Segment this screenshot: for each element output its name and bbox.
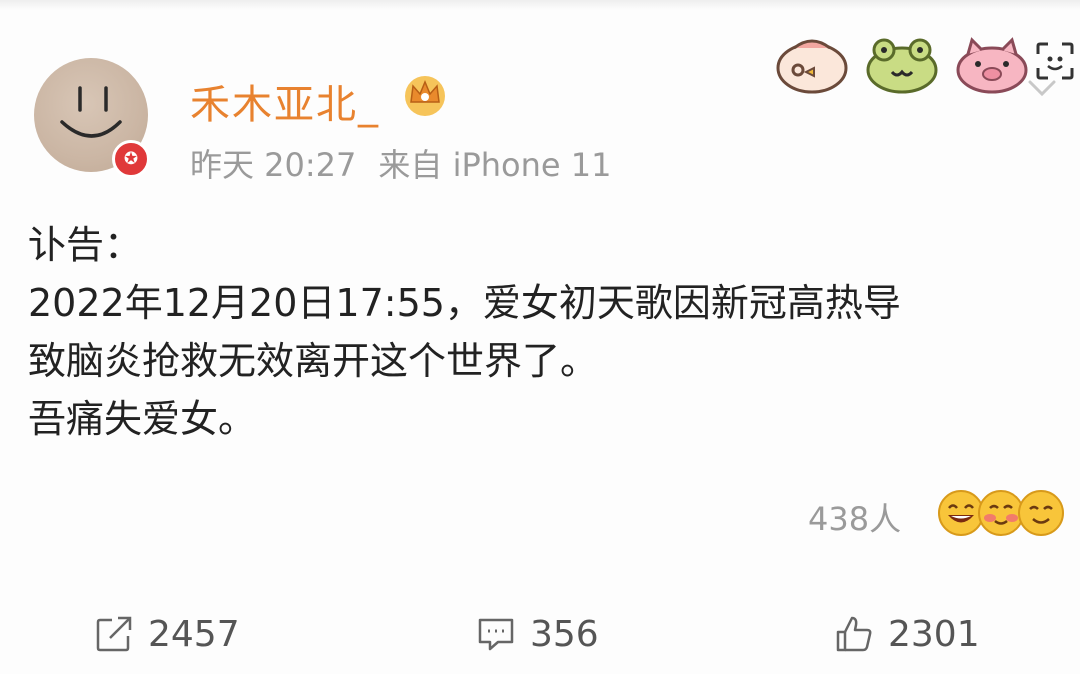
pig-sticker-icon[interactable] (952, 32, 1032, 96)
post-line: 吾痛失爱女。 (28, 397, 257, 441)
post-body: 讣告： 2022年12月20日17:55，爱女初天歌因新冠高热导 致脑炎抢救无效… (28, 216, 1068, 448)
post-meta: 昨天 20:27 来自 iPhone 11 (190, 140, 612, 186)
post-line: 致脑炎抢救无效离开这个世界了。 (28, 339, 599, 383)
comment-icon (478, 618, 514, 651)
reaction-emoji-stack (936, 488, 1066, 538)
top-divider (0, 0, 1080, 10)
post-line: 讣告： (28, 223, 143, 267)
comment-count: 356 (530, 613, 599, 655)
smile-emoji-icon (1018, 490, 1064, 536)
post-timestamp: 昨天 20:27 (190, 146, 357, 184)
share-button[interactable]: 2457 (92, 602, 240, 666)
like-button[interactable]: 2301 (832, 602, 980, 666)
share-count: 2457 (148, 613, 240, 655)
comment-button[interactable]: 356 (474, 602, 599, 666)
like-count: 2301 (888, 613, 980, 655)
frog-sticker-icon[interactable] (862, 32, 942, 96)
reaction-count: 438人 (808, 500, 902, 538)
post-source: 来自 iPhone 11 (378, 146, 612, 184)
post-line: 2022年12月20日17:55，爱女初天歌因新冠高热导 (28, 281, 901, 325)
share-icon (96, 616, 132, 652)
weibo-post-card: ✪ 禾木亚北_ 昨天 20:27 来自 iPhone 11 讣告： 2022年1… (0, 0, 1080, 674)
crown-icon (405, 76, 445, 116)
chevron-down-icon[interactable] (1022, 76, 1062, 102)
chick-sticker-icon[interactable] (772, 32, 852, 96)
vip-badge-icon: ✪ (112, 140, 150, 178)
thumbs-up-icon (836, 616, 872, 652)
username[interactable]: 禾木亚北_ (190, 72, 380, 130)
action-bar: 2457 356 2301 (0, 602, 1080, 666)
reactions-summary[interactable]: 438人 (808, 488, 1068, 538)
